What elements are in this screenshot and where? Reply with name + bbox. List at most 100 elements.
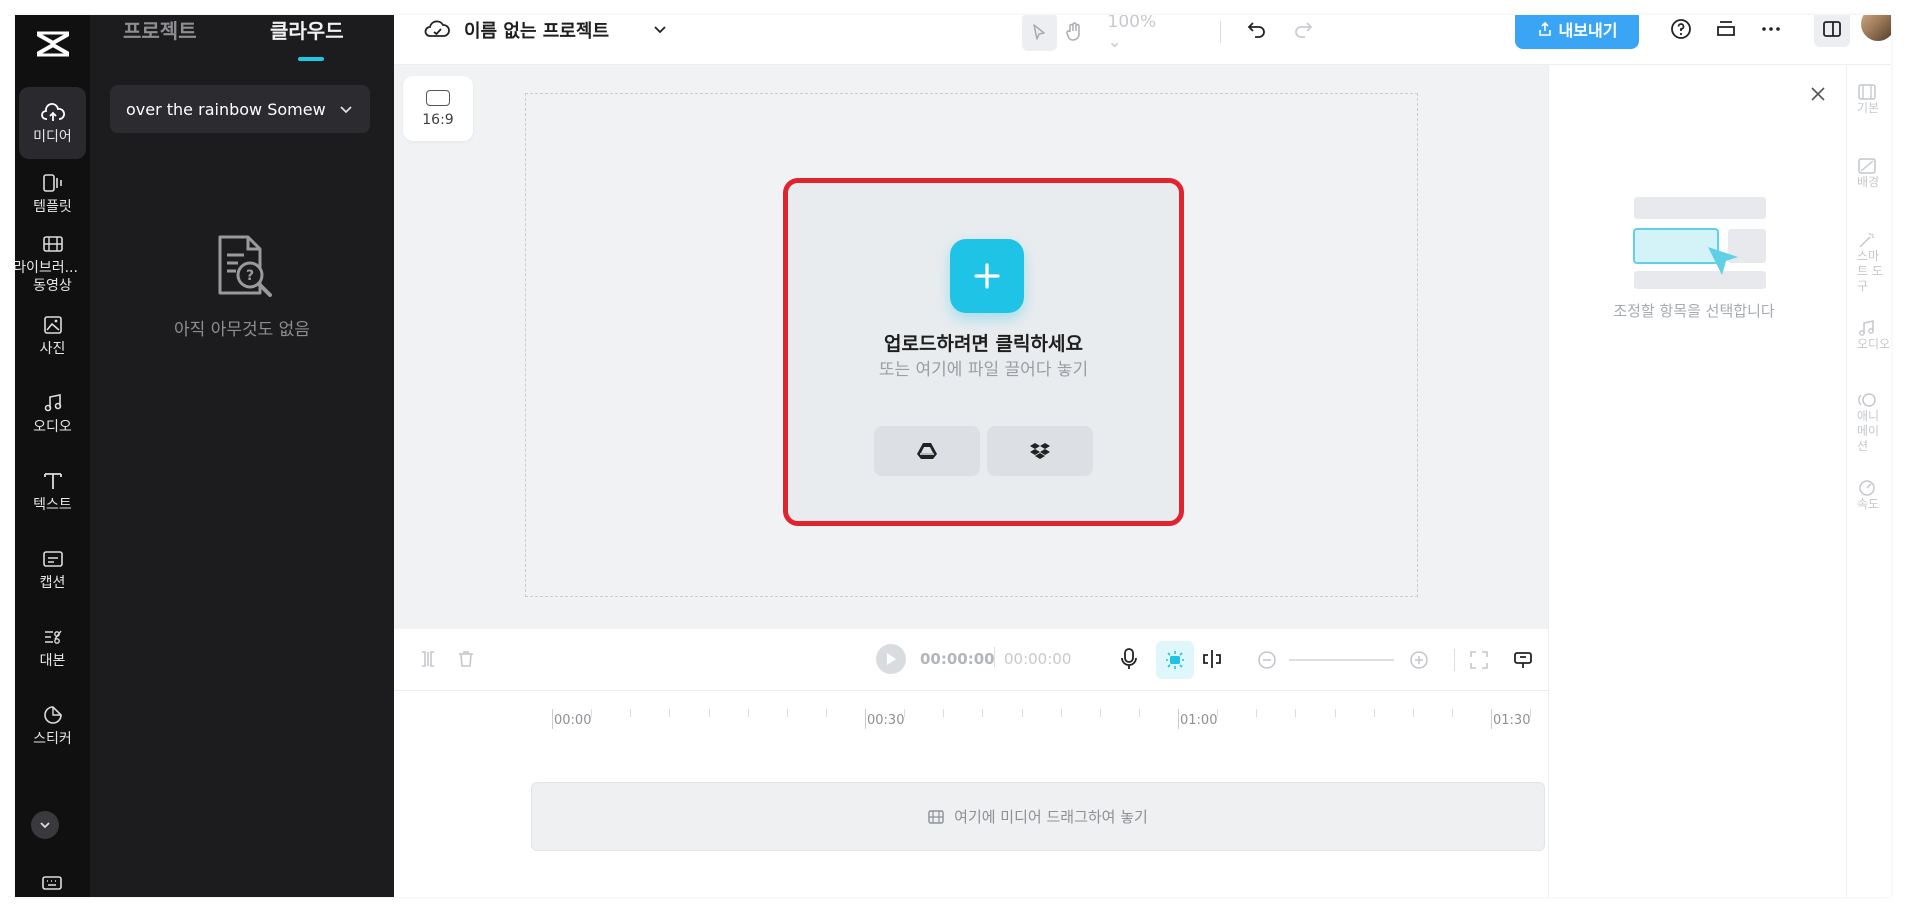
timeline-ruler[interactable]: 00:00 00:30 01:00 01:30 — [394, 691, 1548, 741]
hand-tool-button[interactable] — [1057, 15, 1092, 51]
microphone-icon[interactable] — [1119, 647, 1139, 675]
rail-item-audio[interactable]: 오디오 — [19, 383, 86, 443]
rail-tab-label: 스마트 도구 — [1857, 249, 1883, 293]
aspect-ratio-label: 16:9 — [422, 111, 454, 128]
fullscreen-icon[interactable] — [1468, 649, 1490, 675]
ruler-tick — [1530, 709, 1531, 717]
ruler-tick — [630, 709, 631, 717]
aspect-ratio-button[interactable]: 16:9 — [403, 76, 473, 141]
magic-wand-icon — [1859, 233, 1874, 248]
redo-button[interactable] — [1292, 17, 1314, 43]
script-icon — [40, 624, 66, 650]
music-icon — [40, 390, 66, 416]
chevron-down-icon[interactable] — [652, 21, 668, 41]
tab-project[interactable]: 프로젝트 — [123, 15, 197, 44]
tab-cloud[interactable]: 클라우드 — [270, 15, 344, 44]
folder-select-value: over the rainbow Somew — [126, 99, 326, 119]
split-center-icon[interactable] — [1200, 647, 1224, 675]
rail-item-photos[interactable]: 사진 — [19, 305, 86, 365]
rail-more-button[interactable] — [31, 811, 59, 839]
speed-icon — [1859, 480, 1875, 496]
upload-button[interactable] — [950, 239, 1024, 313]
empty-state-text: 아직 아무것도 없음 — [174, 320, 310, 340]
svg-text:?: ? — [246, 268, 254, 284]
chevron-down-icon — [340, 106, 352, 114]
google-drive-button[interactable] — [874, 426, 980, 476]
redo-icon — [1295, 22, 1313, 38]
close-icon[interactable] — [1809, 85, 1827, 107]
app-window: 미디어 템플릿 라이브러... 동영상 사진 오디오 텍스트 캡션 대본 스티커… — [15, 15, 1891, 897]
rail-item-label: 스티커 — [33, 731, 72, 747]
rail-tab-audio[interactable]: 오디오 — [1847, 319, 1891, 352]
ruler-tick — [1217, 709, 1218, 717]
capcut-logo[interactable] — [15, 15, 90, 73]
toolbar-divider — [1220, 21, 1221, 43]
rail-tab-animation[interactable]: 애니메이션 — [1847, 391, 1891, 454]
rail-tab-background[interactable]: 배경 — [1847, 157, 1891, 190]
canvas-tools: 100% ⌄ — [1022, 15, 1170, 52]
rail-tab-speed[interactable]: 속도 — [1847, 479, 1891, 512]
layout-toggle-button[interactable] — [1814, 15, 1850, 47]
rail-tab-basic[interactable]: 기본 — [1847, 83, 1891, 116]
rail-item-templates[interactable]: 템플릿 — [19, 163, 86, 223]
cloud-upload-icon — [40, 100, 66, 126]
rail-item-text[interactable]: 텍스트 — [19, 461, 86, 521]
timeline-drop-zone[interactable]: 여기에 미디어 드래그하여 놓기 — [531, 782, 1545, 851]
keyboard-icon[interactable] — [41, 875, 63, 895]
image-icon — [40, 312, 66, 338]
rail-item-script[interactable]: 대본 — [19, 617, 86, 677]
layers-icon[interactable] — [1714, 17, 1738, 45]
export-button[interactable]: 내보내기 — [1515, 15, 1639, 49]
film-icon — [928, 809, 944, 824]
user-avatar[interactable] — [1861, 15, 1891, 41]
rail-item-stickers[interactable]: 스티커 — [19, 695, 86, 755]
undo-button[interactable] — [1246, 17, 1268, 43]
zoom-select[interactable]: 100% ⌄ — [1108, 15, 1170, 52]
media-panel: 프로젝트 클라우드 over the rainbow Somew ? 아직 아무… — [90, 15, 394, 897]
timeline-zoom-slider[interactable] — [1289, 659, 1394, 661]
trash-icon[interactable] — [456, 649, 476, 673]
rail-item-label: 미디어 — [33, 129, 72, 145]
rail-item-label-line1: 라이브러... — [15, 260, 78, 276]
panel-layout-icon — [1823, 21, 1841, 37]
ruler-tick — [591, 709, 592, 717]
text-icon — [40, 468, 66, 494]
ruler-label: 00:00 — [554, 713, 592, 728]
ruler-tick — [1139, 709, 1140, 717]
ruler-tick — [1295, 709, 1296, 717]
split-icon[interactable] — [418, 649, 438, 673]
ruler-tick — [1256, 709, 1257, 717]
chevron-down-icon — [40, 822, 50, 829]
comment-icon[interactable] — [1512, 649, 1534, 675]
rail-item-label: 대본 — [39, 653, 66, 669]
ruler-tick — [1022, 709, 1023, 717]
zoom-in-icon[interactable] — [1408, 649, 1430, 675]
toolbar-divider — [1454, 649, 1455, 671]
rail-item-captions[interactable]: 캡션 — [19, 539, 86, 599]
ruler-tick — [669, 709, 670, 717]
active-tab-indicator — [298, 57, 324, 61]
rail-item-media[interactable]: 미디어 — [19, 87, 86, 159]
film-icon — [40, 231, 66, 257]
rail-item-label: 템플릿 — [33, 199, 72, 215]
auto-snap-toggle[interactable] — [1156, 641, 1194, 679]
rail-tab-smart-tools[interactable]: 스마트 도구 — [1847, 231, 1891, 294]
project-title[interactable]: 이름 없는 프로젝트 — [464, 17, 609, 43]
help-icon[interactable] — [1669, 17, 1693, 45]
ruler-tick — [1413, 709, 1414, 717]
dropbox-button[interactable] — [987, 426, 1093, 476]
rail-item-label: 캡션 — [39, 575, 66, 591]
more-options-icon[interactable] — [1759, 17, 1783, 45]
zoom-out-icon[interactable] — [1256, 649, 1278, 675]
upload-drop-area[interactable]: 업로드하려면 클릭하세요 또는 여기에 파일 끌어다 놓기 — [783, 178, 1184, 526]
drop-zone-text: 여기에 미디어 드래그하여 놓기 — [954, 808, 1148, 826]
rail-item-library-video[interactable]: 라이브러... 동영상 — [15, 227, 86, 299]
snap-icon — [1166, 651, 1184, 669]
cloud-sync-icon[interactable] — [424, 17, 450, 45]
select-tool-button[interactable] — [1022, 15, 1057, 51]
folder-select[interactable]: over the rainbow Somew — [110, 85, 370, 133]
play-button[interactable] — [876, 644, 906, 674]
dropbox-icon — [1030, 443, 1050, 459]
properties-empty-text: 조정할 항목을 선택합니다 — [1613, 302, 1775, 320]
undo-icon — [1247, 22, 1265, 38]
